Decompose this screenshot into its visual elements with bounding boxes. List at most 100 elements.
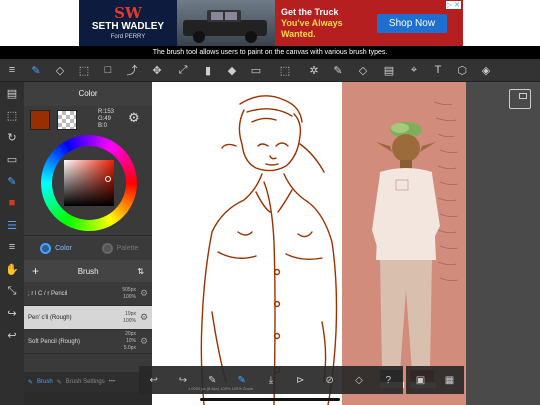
hand-icon[interactable]: ✋ [0,258,24,280]
fill-icon[interactable]: ▮ [196,59,220,82]
panel-toggle-icon [519,93,527,99]
sort-brush-button[interactable]: ⇅ [137,267,144,276]
transform-icon[interactable]: ⤢ [170,59,196,82]
color-panel-title: Color [24,82,152,106]
brush-tab-label[interactable]: Brush [37,379,53,385]
eyedropper-icon[interactable]: ⌖ [402,59,426,82]
material-icon[interactable]: ⬡ [450,59,474,82]
tab-palette[interactable]: Palette [88,236,152,260]
reference-window-icon[interactable]: ▣ [406,375,435,386]
lasso-select-icon[interactable]: ⬚ [268,59,302,82]
right-side-area [466,82,540,405]
magic-wand-icon[interactable]: ✲ [302,59,326,82]
brush-tool-icon[interactable]: ✎ [24,59,48,82]
brush-item-extra: 5.0px [123,345,136,351]
brush-item[interactable]: Soft Pencil (Rough) 20px 10% 5.0px ⚙ [24,330,152,354]
brush-item[interactable]: Pen' c'il (Rough) 19px 100% ⚙ [24,306,152,330]
select-pen-icon[interactable]: ⤴ [120,59,144,82]
eraser-icon[interactable]: ◇ [344,375,373,386]
layer-panel-icon[interactable]: ▤ [0,82,24,104]
download-icon[interactable]: ⤓ [256,375,285,386]
ad-dealer-sub: Ford PERRY [110,33,146,40]
pen-tool-icon[interactable]: ✎ [0,170,24,192]
color-settings-gear-icon[interactable]: ⚙ [128,110,140,126]
gradient-icon[interactable]: ▭ [244,59,268,82]
text-icon[interactable]: T [426,59,450,82]
ruler-icon[interactable]: ▭ [0,148,24,170]
rectangle-icon[interactable]: □ [96,59,120,82]
brush-item-name: Pen' c'il (Rough) [28,314,72,321]
brush-item-name: Soft Pencil (Rough) [28,338,81,345]
select-icon[interactable]: ⬚ [0,104,24,126]
brush-settings-gear-icon[interactable]: ⚙ [136,312,152,323]
brush-item-opacity: 100% [123,317,136,324]
palette-tab-icon [101,242,113,254]
brush-settings-label[interactable]: Brush Settings [66,379,105,385]
top-toolbar: ≡ ✎ ◇ ⬚ □ ⤴ ✥ ⤢ ▮ ◆ ▭ ⬚ ✲ ✎ ◇ ▤ ⌖ T ⬡ ◈ [0,59,540,82]
bottom-right-tools: ▣ ▦ [406,366,464,394]
color-tabs: Color Palette [24,235,152,260]
rgb-r-value: R:153 [98,109,115,115]
redo-icon[interactable]: ↪ [168,375,197,386]
pen-icon[interactable]: ✎ [198,375,227,386]
toggle-panel-button[interactable] [509,89,531,109]
ad-shop-now-button[interactable]: Shop Now [376,13,448,33]
color-swatch-icon[interactable]: ■ [0,192,24,214]
panel-layout-icon[interactable]: ▤ [376,59,402,82]
saturation-value-picker[interactable] [64,160,114,206]
main-color-swatch[interactable] [30,110,50,130]
brush-settings-icon[interactable]: ✎ [57,379,62,386]
fill-eraser-icon[interactable]: ⬚ [72,59,96,82]
more-options-button[interactable]: ••• [109,379,115,385]
undo-icon[interactable]: ↩ [0,324,24,346]
select-pen-tool-icon[interactable]: ✎ [326,59,350,82]
stack-icon[interactable]: ≡ [0,236,24,258]
brush-bottom-bar: ✎ Brush ✎ Brush Settings ••• [24,372,152,392]
grid-icon[interactable]: ▦ [435,375,464,386]
brush-tab-icon[interactable]: ✎ [28,379,33,386]
add-brush-button[interactable]: + [32,264,39,278]
saturation-value-cursor[interactable] [105,176,111,182]
eyedropper-icon[interactable]: ⤡ [0,280,24,302]
brush-item-meta: 20px 10% 5.0px [108,331,136,352]
flip-icon[interactable]: ⊳ [286,375,315,386]
help-icon[interactable]: ? [374,375,403,386]
drawing-canvas[interactable] [152,82,342,405]
brush-settings-gear-icon[interactable]: ⚙ [136,288,152,299]
eraser-icon[interactable]: ◇ [48,59,72,82]
ad-choices-icon[interactable]: ▷ ✕ [445,1,461,9]
list-icon[interactable]: ☰ [0,214,24,236]
rotate-icon[interactable]: ↻ [0,126,24,148]
select-eraser-icon[interactable]: ◇ [350,59,376,82]
brush-panel-title: Brush [77,266,99,276]
brush-item-meta: 505px 100% [108,287,136,301]
menu-icon[interactable]: ≡ [0,59,24,82]
bucket-icon[interactable]: ◆ [220,59,244,82]
ad-dealer-logo: SW SETH WADLEY Ford PERRY [79,0,177,46]
redo-icon[interactable]: ↪ [0,302,24,324]
ad-cta-area: Shop Now ▷ ✕ [361,0,463,46]
brush-item-size: 505px [122,286,136,293]
move-icon[interactable]: ✥ [144,59,170,82]
color-tab-icon [40,242,52,254]
tab-color-label: Color [55,244,72,252]
canvas-status-readout: 1.0000 px (8.8px) 100% 100% Zoom [188,386,254,391]
layers-icon[interactable]: ◈ [474,59,498,82]
brush-settings-gear-icon[interactable]: ⚙ [136,336,152,347]
brush-icon[interactable]: ✎ [227,375,256,386]
brush-list: ; r l C / r Pencil 505px 100% ⚙ Pen' c'il (R… [24,282,152,354]
brush-item-name: ; r l C / r Pencil [28,290,68,297]
undo-icon[interactable]: ↩ [139,375,168,386]
clear-icon[interactable]: ⊘ [315,375,344,386]
tab-color[interactable]: Color [24,236,88,260]
color-panel: Color R:153 G:49 B:0 ⚙ Color Palette [24,82,152,260]
secondary-color-swatch[interactable] [57,110,77,130]
ad-logo-mark: SW [114,3,142,22]
brush-panel-header: + Brush ⇅ [24,260,152,282]
left-tool-rail: ▤ ⬚ ↻ ▭ ✎ ■ ☰ ≡ ✋ ⤡ ↪ ↩ [0,82,24,405]
reference-character [366,120,446,405]
ad-banner[interactable]: SW SETH WADLEY Ford PERRY Get the Truck … [79,0,463,46]
rgb-readout: R:153 G:49 B:0 [98,109,114,130]
rgb-g-value: G:49 [98,116,112,122]
brush-item[interactable]: ; r l C / r Pencil 505px 100% ⚙ [24,282,152,306]
